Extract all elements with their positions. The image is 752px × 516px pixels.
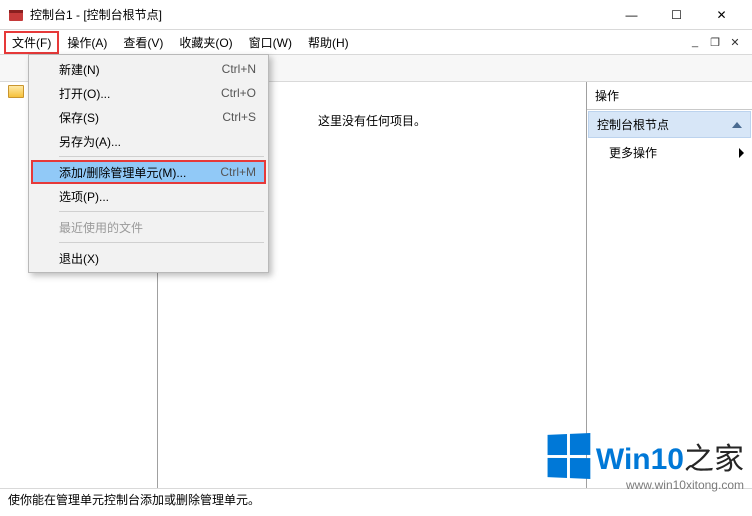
menu-item-recent: 最近使用的文件 [31,215,266,239]
folder-icon [8,85,24,98]
menu-view[interactable]: 查看(V) [115,31,171,54]
menu-action[interactable]: 操作(A) [59,31,115,54]
mdi-close-button[interactable]: ✕ [726,34,744,50]
menu-item-accel: Ctrl+S [222,110,256,124]
menu-item-label: 选项(P)... [59,188,256,205]
action-label: 更多操作 [609,144,657,161]
file-menu-dropdown: 新建(N) Ctrl+N 打开(O)... Ctrl+O 保存(S) Ctrl+… [28,54,269,273]
watermark: Win10之家 www.win10xitong.com [546,434,744,492]
menu-item-label: 退出(X) [59,250,256,267]
menu-item-accel: Ctrl+N [222,62,256,76]
watermark-url: www.win10xitong.com [546,478,744,492]
menu-item-add-remove-snapin[interactable]: 添加/删除管理单元(M)... Ctrl+M [31,160,266,184]
window-title: 控制台1 - [控制台根节点] [30,6,609,23]
watermark-brand: Win10之家 [596,434,744,478]
menu-item-label: 另存为(A)... [59,133,256,150]
menu-separator [59,242,264,243]
menu-item-label: 打开(O)... [59,85,221,102]
menu-item-accel: Ctrl+M [220,165,256,179]
action-group-label: 控制台根节点 [597,116,669,133]
menu-item-open[interactable]: 打开(O)... Ctrl+O [31,81,266,105]
title-bar: 控制台1 - [控制台根节点] — ☐ ✕ [0,0,752,30]
action-more[interactable]: 更多操作 [587,139,752,166]
menu-file[interactable]: 文件(F) [4,31,59,54]
mdi-controls: _ ❐ ✕ [686,34,748,50]
menu-help[interactable]: 帮助(H) [300,31,357,54]
minimize-button[interactable]: — [609,1,654,29]
menu-separator [59,211,264,212]
close-button[interactable]: ✕ [699,1,744,29]
chevron-right-icon [739,148,744,158]
menu-item-label: 最近使用的文件 [59,219,256,236]
window-controls: — ☐ ✕ [609,1,744,29]
menu-item-options[interactable]: 选项(P)... [31,184,266,208]
action-group-header[interactable]: 控制台根节点 [588,111,751,138]
menu-item-saveas[interactable]: 另存为(A)... [31,129,266,153]
maximize-button[interactable]: ☐ [654,1,699,29]
windows-logo-icon [547,433,590,479]
mdi-restore-button[interactable]: ❐ [706,34,724,50]
menu-item-exit[interactable]: 退出(X) [31,246,266,270]
action-pane-header: 操作 [587,82,752,110]
status-text: 使你能在管理单元控制台添加或删除管理单元。 [8,491,260,508]
mdi-minimize-button[interactable]: _ [686,34,704,50]
menu-item-label: 新建(N) [59,61,222,78]
menu-fav[interactable]: 收藏夹(O) [171,31,240,54]
app-icon [8,7,24,23]
menu-bar: 文件(F) 操作(A) 查看(V) 收藏夹(O) 窗口(W) 帮助(H) _ ❐… [0,30,752,54]
menu-item-accel: Ctrl+O [221,86,256,100]
menu-window[interactable]: 窗口(W) [241,31,300,54]
menu-item-label: 添加/删除管理单元(M)... [59,164,220,181]
empty-message: 这里没有任何项目。 [318,112,426,129]
menu-item-save[interactable]: 保存(S) Ctrl+S [31,105,266,129]
action-pane: 操作 控制台根节点 更多操作 [587,82,752,488]
collapse-icon [732,122,742,128]
menu-separator [59,156,264,157]
menu-item-label: 保存(S) [59,109,222,126]
menu-item-new[interactable]: 新建(N) Ctrl+N [31,57,266,81]
